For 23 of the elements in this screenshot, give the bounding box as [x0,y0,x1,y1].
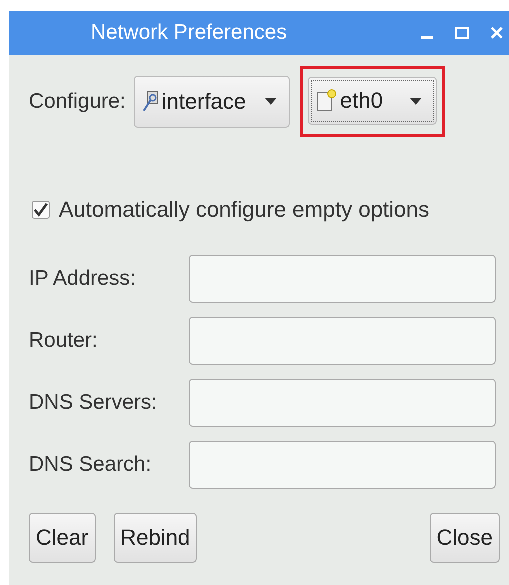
configure-label: Configure: [29,90,126,114]
button[interactable]: Clear [29,513,96,563]
checkbox[interactable] [32,201,50,219]
dropdown[interactable]: interface [134,76,290,128]
close-icon[interactable] [491,27,503,39]
caret-icon [265,98,278,105]
input-field[interactable] [189,255,496,303]
field-label: DNS Servers: [29,391,158,415]
input-field[interactable] [189,441,496,489]
button[interactable]: Close [430,513,500,563]
document-icon [317,89,338,113]
field-label: Router: [29,329,99,353]
window-title: Network Preferences [91,21,288,45]
button[interactable]: Rebind [114,513,198,563]
plug-icon [142,90,159,112]
input-field[interactable] [189,379,496,427]
caret-icon [410,98,422,104]
checkbox-label: Automatically configure empty options [59,197,430,223]
maximize-icon[interactable] [455,27,469,39]
field-label: IP Address: [29,267,138,291]
field-label: DNS Search: [29,453,153,477]
dropdown[interactable]: eth0 [308,77,438,125]
input-field[interactable] [189,317,496,365]
